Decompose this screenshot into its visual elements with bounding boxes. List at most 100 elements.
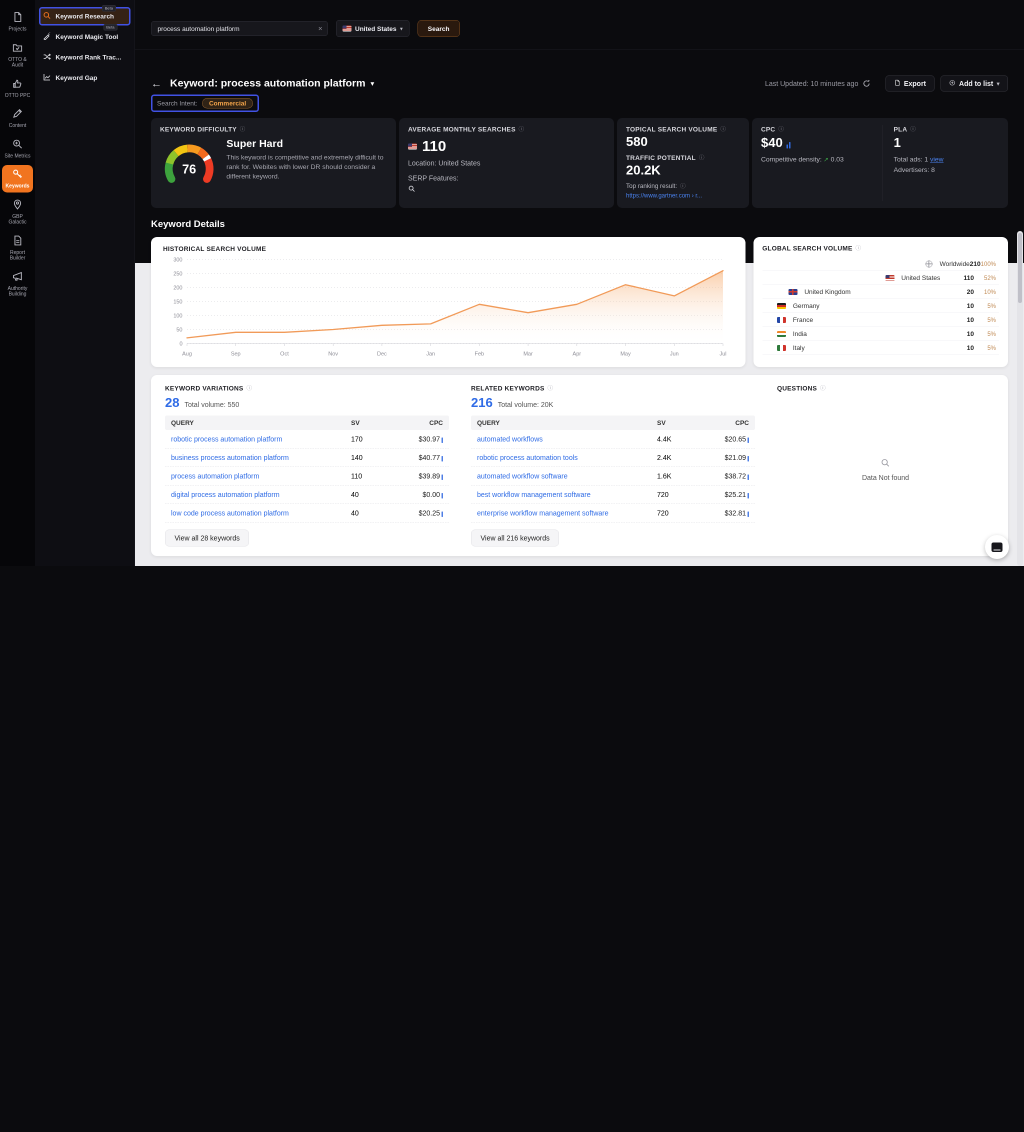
- metric-cards-row: KEYWORD DIFFICULTY ⓘ 76 Super Hard This …: [151, 118, 1008, 208]
- info-icon[interactable]: ⓘ: [720, 125, 726, 133]
- cpc-cell: $30.97: [397, 435, 443, 443]
- view-all-related-button[interactable]: View all 216 keywords: [471, 529, 560, 547]
- sidebar-item-gbp-galactic[interactable]: GBP Galactic: [2, 195, 33, 228]
- clear-input-icon[interactable]: ×: [318, 25, 322, 33]
- sidebar-item-projects[interactable]: Projects: [2, 8, 33, 35]
- sidebar-item-label: Site Metrics: [4, 153, 31, 159]
- keyword-row: automated workflows 4.4K $20.65: [471, 430, 755, 449]
- title-chevron-down-icon[interactable]: ▾: [370, 79, 374, 89]
- global-volume-row[interactable]: Worldwide 210 100%: [762, 257, 999, 271]
- svg-text:200: 200: [173, 286, 182, 292]
- pla-value: 1: [893, 135, 901, 150]
- global-volume-row[interactable]: India 10 5%: [762, 327, 999, 341]
- info-icon[interactable]: ⓘ: [778, 125, 784, 133]
- keyword-difficulty-card: KEYWORD DIFFICULTY ⓘ 76 Super Hard This …: [151, 118, 396, 208]
- page-scrollbar-thumb[interactable]: [1018, 233, 1022, 303]
- gap-chart-icon: [43, 73, 51, 83]
- keyword-link[interactable]: digital process automation platform: [171, 491, 351, 499]
- trend-up-icon: ↗: [823, 156, 829, 163]
- info-icon[interactable]: ⓘ: [246, 384, 252, 392]
- menu-item-keyword-gap[interactable]: Keyword Gap: [39, 69, 131, 88]
- related-total-volume: Total volume: 20K: [497, 400, 554, 409]
- add-to-list-button[interactable]: Add to list ▾: [940, 75, 1008, 92]
- global-volume-row[interactable]: Germany 10 5%: [762, 299, 999, 313]
- top-ranking-result-link[interactable]: https://www.gartner.com › r...: [626, 192, 740, 199]
- info-icon[interactable]: ⓘ: [855, 244, 861, 252]
- global-volume-row[interactable]: United Kingdom 20 10%: [762, 285, 999, 299]
- keyword-link[interactable]: business process automation platform: [171, 454, 351, 462]
- traffic-potential-label: TRAFFIC POTENTIAL: [626, 153, 696, 162]
- sidebar-item-otto-audit[interactable]: OTTO & Audit: [2, 38, 33, 71]
- keyword-link[interactable]: automated workflows: [477, 435, 657, 443]
- avg-monthly-searches-value: 110: [422, 138, 447, 155]
- sidebar-item-site-metrics[interactable]: Site Metrics: [2, 135, 33, 162]
- country-select[interactable]: United States ▾: [336, 20, 410, 37]
- keyword-search-input[interactable]: [156, 24, 319, 33]
- info-icon[interactable]: ⓘ: [548, 384, 554, 392]
- keyword-row: process automation platform 110 $39.89: [165, 467, 449, 486]
- info-icon[interactable]: ⓘ: [699, 154, 705, 162]
- info-icon[interactable]: ⓘ: [910, 125, 916, 133]
- cpc-value: $20.25: [418, 509, 440, 517]
- keywords-flyout-menu: Beta Keyword Research Beta Keyword Magic…: [35, 0, 135, 566]
- sidebar-item-keywords[interactable]: Keywords: [2, 165, 33, 193]
- difficulty-rating: Super Hard: [226, 138, 283, 150]
- cpc-value: $30.97: [418, 435, 440, 443]
- view-all-variations-button[interactable]: View all 28 keywords: [165, 529, 250, 547]
- refresh-icon[interactable]: [862, 80, 870, 88]
- chat-button[interactable]: [985, 535, 1009, 559]
- variations-count: 28: [165, 395, 180, 410]
- keyword-link[interactable]: robotic process automation tools: [477, 454, 657, 462]
- view-ads-link[interactable]: view: [930, 156, 944, 164]
- info-icon[interactable]: ⓘ: [519, 125, 525, 133]
- sidebar-item-report-builder[interactable]: Report Builder: [2, 231, 33, 264]
- keyword-variations-title: KEYWORD VARIATIONS: [165, 384, 244, 392]
- keyword-link[interactable]: low code process automation platform: [171, 509, 351, 517]
- search-button[interactable]: Search: [417, 20, 460, 37]
- global-volume-row[interactable]: France 10 5%: [762, 313, 999, 327]
- svg-text:Sep: Sep: [231, 352, 241, 358]
- country-volume-value: 20: [966, 288, 974, 296]
- global-volume-row[interactable]: United States 110 52%: [762, 271, 999, 285]
- sidebar-item-label: Keywords: [5, 183, 30, 190]
- keyword-link[interactable]: robotic process automation platform: [171, 435, 351, 443]
- sidebar-item-authority-building[interactable]: Authority Building: [2, 267, 33, 300]
- cpc-value: $38.72: [724, 472, 746, 480]
- keyword-row: enterprise workflow management software …: [471, 504, 755, 523]
- pla-label: PLA: [893, 125, 908, 133]
- country-volume-percent: 10%: [983, 288, 996, 296]
- global-volume-row[interactable]: Italy 10 5%: [762, 341, 999, 355]
- svg-text:Jun: Jun: [670, 352, 679, 358]
- keyword-link[interactable]: automated workflow software: [477, 472, 657, 480]
- cpc-value: $21.09: [724, 453, 746, 462]
- menu-item-keyword-rank-tracker[interactable]: Keyword Rank Trac...: [39, 48, 131, 67]
- sidebar-item-content[interactable]: Content: [2, 105, 33, 132]
- folder-icon: [12, 42, 23, 56]
- add-circle-icon: [949, 80, 956, 88]
- info-icon[interactable]: ⓘ: [680, 182, 686, 190]
- traffic-potential-value: 20.2K: [626, 162, 661, 178]
- thumb-up-icon: [12, 78, 23, 92]
- difficulty-score: 76: [182, 163, 196, 177]
- cpc-value: $40: [761, 135, 783, 150]
- search-volume-cell: 40: [351, 509, 359, 517]
- keyword-link[interactable]: enterprise workflow management software: [477, 509, 657, 517]
- info-icon[interactable]: ⓘ: [240, 125, 246, 133]
- info-icon[interactable]: ⓘ: [820, 384, 826, 392]
- menu-item-keyword-research[interactable]: Beta Keyword Research: [39, 5, 131, 26]
- menu-item-keyword-magic-tool[interactable]: Beta Keyword Magic Tool: [39, 24, 131, 47]
- query-header: QUERY: [477, 419, 500, 427]
- megaphone-icon: [12, 271, 23, 285]
- related-keywords-column: RELATED KEYWORDS ⓘ 216 Total volume: 20K …: [471, 384, 755, 547]
- keyword-link[interactable]: best workflow management software: [477, 491, 657, 499]
- export-button[interactable]: Export: [885, 75, 935, 92]
- sidebar-item-otto-ppc[interactable]: OTTO PPC: [2, 74, 33, 101]
- keyword-link[interactable]: process automation platform: [171, 472, 351, 480]
- cpc-header: CPC: [735, 419, 749, 427]
- keyword-row: robotic process automation tools 2.4K $2…: [471, 449, 755, 467]
- country-volume-percent: 5%: [987, 330, 996, 338]
- svg-text:Aug: Aug: [182, 352, 192, 358]
- cpc-value: $0.00: [422, 490, 440, 499]
- back-arrow-icon[interactable]: ←: [151, 78, 162, 89]
- svg-text:Feb: Feb: [475, 352, 484, 358]
